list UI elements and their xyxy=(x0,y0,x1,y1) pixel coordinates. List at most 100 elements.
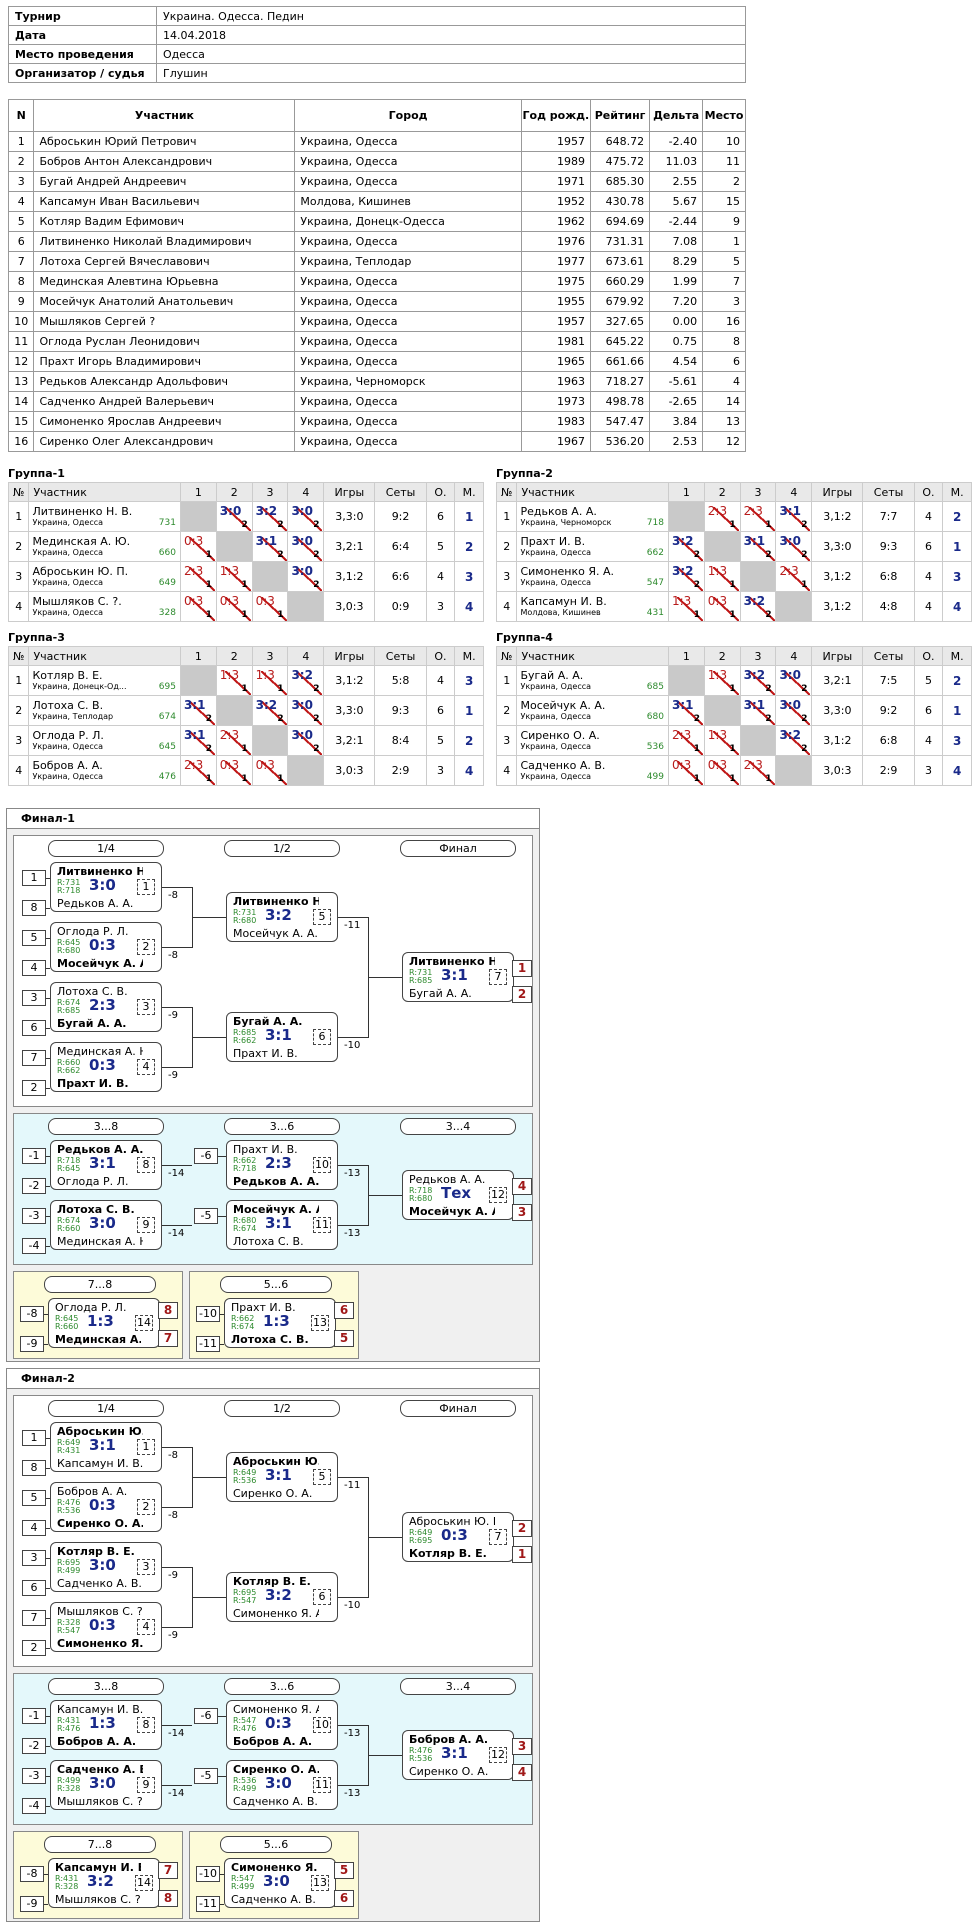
group-result-cell[interactable]: 0:3 1 xyxy=(215,591,253,622)
group-row: 2 Мединская А. Ю. Украина, Одесса 660 0:3 1 3:… xyxy=(7,531,484,562)
group-result-cell[interactable]: 3:2 2 xyxy=(739,591,777,622)
group-result-cell[interactable]: 3:0 2 xyxy=(775,695,813,726)
group-result-cell[interactable]: 3:0 2 xyxy=(287,695,325,726)
match-box[interactable]: Садченко А. В. R:499 R:328 3:0 Мышляков С. ?… xyxy=(50,1760,162,1810)
match-box[interactable]: Аброськин Ю. П.R:649R:4313:1Капсамун И. … xyxy=(50,1422,162,1472)
group-result-cell[interactable]: 3:2 2 xyxy=(667,561,705,592)
group-result-cell[interactable]: 3:1 2 xyxy=(739,531,777,562)
result-points: 1 xyxy=(205,580,212,590)
match-box[interactable]: Оглода Р. Л.R:645R:6601:3Мединская А. Ю.… xyxy=(48,1298,160,1348)
group-result-cell[interactable]: 1:3 1 xyxy=(703,561,741,592)
match-box[interactable]: Симоненко Я. А.R:547R:4993:0Садченко А. … xyxy=(224,1858,336,1908)
participant-cell: 10 xyxy=(702,131,746,152)
group-result-cell[interactable]: 3:2 2 xyxy=(739,665,777,696)
group-result-cell[interactable]: 3:2 2 xyxy=(251,501,289,532)
group-result-cell[interactable]: 2:3 1 xyxy=(179,561,217,592)
result-score: 1:3 xyxy=(707,564,728,578)
group-result-cell[interactable]: 0:3 1 xyxy=(215,755,253,786)
group-result-cell[interactable]: 3:2 2 xyxy=(251,695,289,726)
group-result-cell[interactable]: 1:3 1 xyxy=(215,561,253,592)
group-result-cell[interactable]: 0:3 1 xyxy=(251,591,289,622)
participant-cell: 3.84 xyxy=(649,411,704,432)
result-score: 1:3 xyxy=(255,668,275,682)
match-box[interactable]: Литвиненко Н....R:731R:6803:2Мосейчук А.… xyxy=(226,892,338,942)
group-result-cell[interactable]: 3:0 2 xyxy=(775,665,813,696)
match-player-b: Редьков А. А. xyxy=(233,1175,319,1188)
match-box[interactable]: Капсамун И. В. R:431 R:328 3:2 Мышляков С. ?… xyxy=(48,1858,160,1908)
group-result-cell[interactable]: 2:3 1 xyxy=(703,501,741,532)
group-result-cell[interactable]: 3:1 2 xyxy=(251,531,289,562)
match-box[interactable]: Бобров А. А. R:476 R:536 0:3 Сиренко О. А. 2 xyxy=(50,1482,162,1532)
group-player-city: Молдова, Кишинев xyxy=(520,608,601,617)
result-points: 2 xyxy=(205,714,212,724)
group-result-cell[interactable]: 3:0 2 xyxy=(215,501,253,532)
match-number: 10 xyxy=(313,1717,331,1733)
match-box[interactable]: Прахт И. В. R:662 R:674 1:3 Лотоха С. В. 13 xyxy=(224,1298,336,1348)
final-place: 8 xyxy=(158,1302,178,1319)
group-result-cell[interactable]: 0:3 1 xyxy=(703,755,741,786)
group-result-cell[interactable]: 1:3 1 xyxy=(703,725,741,756)
match-box[interactable]: Оглода Р. Л. R:645 R:680 0:3 Мосейчук А. А. 2 xyxy=(50,922,162,972)
group-result-cell[interactable]: 0:3 1 xyxy=(667,755,705,786)
group-sets: 7:7 xyxy=(862,501,915,532)
group-row-number: 1 xyxy=(7,501,30,532)
match-box[interactable]: Сиренко О. А. R:536 R:499 3:0 Садченко А. В.… xyxy=(226,1760,338,1810)
group-result-cell[interactable]: 1:3 1 xyxy=(703,665,741,696)
result-points: 2 xyxy=(313,684,320,694)
group-result-cell[interactable]: 2:3 1 xyxy=(739,755,777,786)
match-box[interactable]: Прахт И. В. R:662 R:718 2:3 Редьков А. А. 10 xyxy=(226,1140,338,1190)
group-result-cell[interactable]: 3:2 2 xyxy=(775,725,813,756)
match-box[interactable]: Бугай А. А. R:685 R:662 3:1 Прахт И. В. 6 xyxy=(226,1012,338,1062)
group-result-cell[interactable]: 0:3 1 xyxy=(251,755,289,786)
group-result-cell[interactable]: 1:3 1 xyxy=(251,665,289,696)
group-result-cell[interactable]: 1:3 1 xyxy=(667,591,705,622)
group-result-cell[interactable]: 3:0 2 xyxy=(287,531,325,562)
group-result-cell[interactable]: 3:1 2 xyxy=(739,695,777,726)
group-result-cell[interactable]: 2:3 1 xyxy=(775,561,813,592)
match-box[interactable]: Бобров А. А. R:476 R:536 3:1 Сиренко О. А. 12 xyxy=(402,1730,514,1780)
match-box[interactable]: Литвиненко Н....R:731R:7183:0Редьков А. … xyxy=(50,862,162,912)
match-box[interactable]: Лотоха С. В.R:674R:6603:0Мединская А. Ю.… xyxy=(50,1200,162,1250)
group-result-cell[interactable]: 1:3 1 xyxy=(215,665,253,696)
match-box[interactable]: Литвиненко Н....R:731R:6853:1Бугай А. А.… xyxy=(402,952,514,1002)
group-result-cell[interactable]: 0:3 1 xyxy=(179,531,217,562)
result-points: 2 xyxy=(765,684,772,694)
group-result-cell[interactable]: 0:3 1 xyxy=(179,591,217,622)
participants-header: Город xyxy=(294,99,522,132)
group-games: 3,1:2 xyxy=(811,561,864,592)
match-box[interactable]: Мединская А. Ю.R:660R:6620:3Прахт И. В.4 xyxy=(50,1042,162,1092)
round-caption: 3...8 xyxy=(48,1118,164,1135)
match-box[interactable]: Аброськин Ю. П.R:649R:6950:3Котляр В. Е.… xyxy=(402,1512,514,1562)
match-box[interactable]: Редьков А. А. R:718 R:680 Тех Мосейчук А. А.… xyxy=(402,1170,514,1220)
group-sets: 9:2 xyxy=(862,695,915,726)
group-points: 6 xyxy=(425,501,456,532)
group-result-cell[interactable]: 2:3 1 xyxy=(739,501,777,532)
group-result-cell[interactable]: 3:1 2 xyxy=(179,695,217,726)
group-result-cell[interactable]: 2:3 1 xyxy=(179,755,217,786)
match-box[interactable]: Лотоха С. В. R:674 R:685 2:3 Бугай А. А. 3 xyxy=(50,982,162,1032)
result-points: 1 xyxy=(765,520,772,530)
group-result-cell[interactable]: 0:3 1 xyxy=(703,591,741,622)
group-player-rating: 718 xyxy=(646,518,664,528)
group-result-cell[interactable]: 3:0 2 xyxy=(287,561,325,592)
group-result-cell[interactable]: 3:2 2 xyxy=(287,665,325,696)
match-box[interactable]: Аброськин Ю. П.R:649R:5363:1Сиренко О. А… xyxy=(226,1452,338,1502)
match-box[interactable]: Мосейчук А. А. R:680 R:674 3:1 Лотоха С. В. 1… xyxy=(226,1200,338,1250)
group-result-cell[interactable]: 3:1 2 xyxy=(775,501,813,532)
group-result-cell[interactable]: 3:1 2 xyxy=(667,695,705,726)
group-result-cell[interactable]: 3:0 2 xyxy=(775,531,813,562)
match-box[interactable]: Симоненко Я. А. R:547 R:476 0:3 Бобров А. А.… xyxy=(226,1700,338,1750)
match-box[interactable]: Котляр В. Е. R:695 R:547 3:2 Симоненко Я. А.… xyxy=(226,1572,338,1622)
match-box[interactable]: Редьков А. А. R:718 R:645 3:1 Оглода Р. Л. 8 xyxy=(50,1140,162,1190)
group-result-cell[interactable]: 3:0 2 xyxy=(287,501,325,532)
group-header: 2 xyxy=(215,646,253,666)
group-result-cell[interactable]: 3:0 2 xyxy=(287,725,325,756)
loser-destination: -8 xyxy=(168,890,178,901)
group-result-cell[interactable]: 3:2 2 xyxy=(667,531,705,562)
match-box[interactable]: Капсамун И. В. R:431 R:476 1:3 Бобров А. А. 8 xyxy=(50,1700,162,1750)
group-result-cell[interactable]: 2:3 1 xyxy=(215,725,253,756)
match-box[interactable]: Мышляков С. ?. R:328 R:547 0:3 Симоненко Я. … xyxy=(50,1602,162,1652)
group-result-cell[interactable]: 3:1 2 xyxy=(179,725,217,756)
match-box[interactable]: Котляр В. Е. R:695 R:499 3:0 Садченко А. В. 3 xyxy=(50,1542,162,1592)
group-result-cell[interactable]: 2:3 1 xyxy=(667,725,705,756)
